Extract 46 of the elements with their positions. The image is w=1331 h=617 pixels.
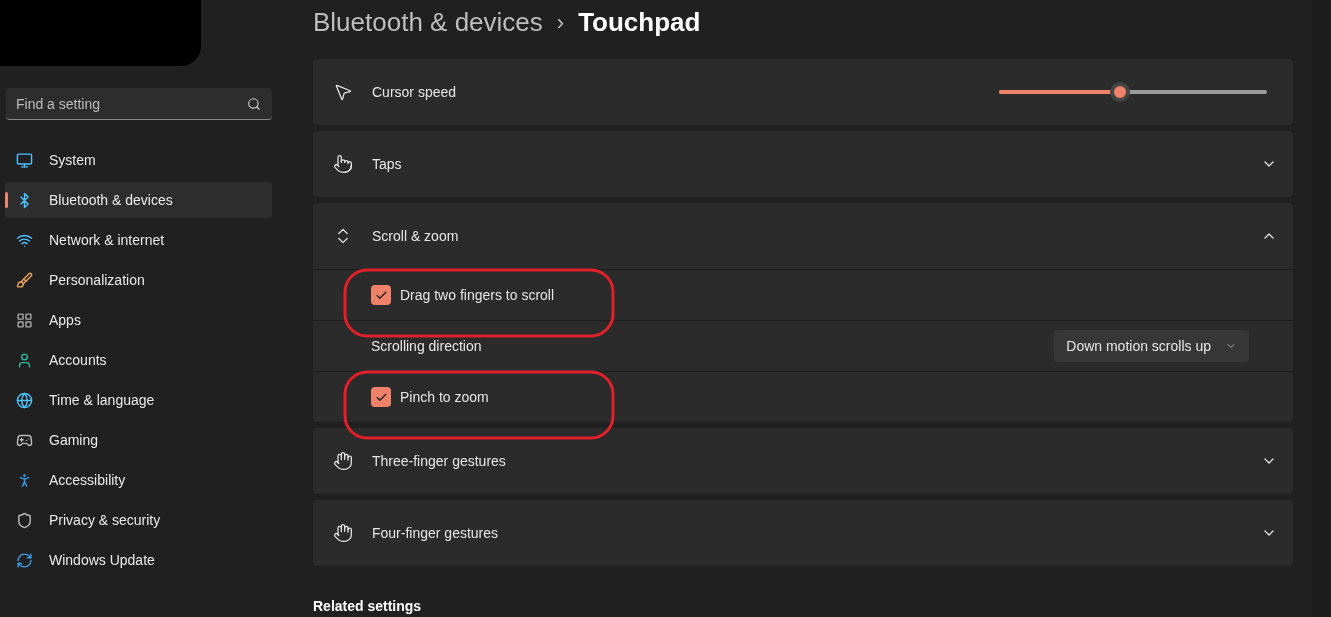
setting-label: Cursor speed xyxy=(372,82,457,102)
sidebar-item[interactable]: Personalization xyxy=(5,262,272,298)
sidebar-item[interactable]: Privacy & security xyxy=(5,502,272,538)
setting-label: Three-finger gestures xyxy=(372,451,506,471)
hand-icon xyxy=(333,523,353,543)
sidebar-item[interactable]: Accounts xyxy=(5,342,272,378)
globe-icon xyxy=(16,391,33,409)
section-heading: Related settings xyxy=(313,597,423,616)
setting-card[interactable]: Cursor speed xyxy=(313,59,1293,125)
checkbox[interactable] xyxy=(371,387,391,407)
search-icon xyxy=(247,97,261,111)
setting-card[interactable]: Taps xyxy=(313,131,1293,197)
checkbox-label: Pinch to zoom xyxy=(400,387,489,407)
setting-label: Scroll & zoom xyxy=(372,226,459,246)
update-icon xyxy=(16,551,33,569)
page-title: Touchpad xyxy=(578,6,701,39)
sidebar-item[interactable]: Windows Update xyxy=(5,542,272,578)
sidebar-item[interactable]: Accessibility xyxy=(5,462,272,498)
sidebar-item[interactable]: Gaming xyxy=(5,422,272,458)
shield-icon xyxy=(16,511,33,529)
sidebar-item[interactable]: System xyxy=(5,142,272,178)
setting-card[interactable]: Three-finger gestures xyxy=(313,428,1293,494)
setting-label: Four-finger gestures xyxy=(372,523,499,543)
checkbox[interactable] xyxy=(371,285,391,305)
setting-label: Taps xyxy=(372,154,402,174)
search-field[interactable]: Find a setting xyxy=(6,88,272,120)
checkbox-label: Drag two fingers to scroll xyxy=(400,285,555,305)
sidebar-item[interactable]: Time & language xyxy=(5,382,272,418)
dropdown[interactable]: Down motion scrolls up xyxy=(1054,330,1249,362)
brush-icon xyxy=(16,271,33,289)
breadcrumb-parent[interactable]: Bluetooth & devices xyxy=(313,3,543,42)
setting-label: Scrolling direction xyxy=(371,336,482,356)
sidebar-item[interactable]: Bluetooth & devices xyxy=(5,182,272,218)
monitor-icon xyxy=(16,151,33,169)
setting-card[interactable]: Four-finger gestures xyxy=(313,500,1293,566)
tap-icon xyxy=(333,154,353,174)
sidebar-item[interactable]: Network & internet xyxy=(5,222,272,258)
hand-icon xyxy=(333,451,353,471)
setting-card[interactable]: Scroll & zoom Drag two fingers to scroll Scrolling direction Down motion scrolls up Pinch to zoom xyxy=(313,203,1293,422)
breadcrumb-separator: › xyxy=(556,9,565,37)
pointer-icon xyxy=(333,82,353,102)
apps-icon xyxy=(16,311,33,329)
slider-thumb[interactable] xyxy=(1109,82,1130,102)
person-icon xyxy=(16,351,33,369)
selection-indicator xyxy=(5,192,8,208)
sidebar-item[interactable]: Apps xyxy=(5,302,272,338)
